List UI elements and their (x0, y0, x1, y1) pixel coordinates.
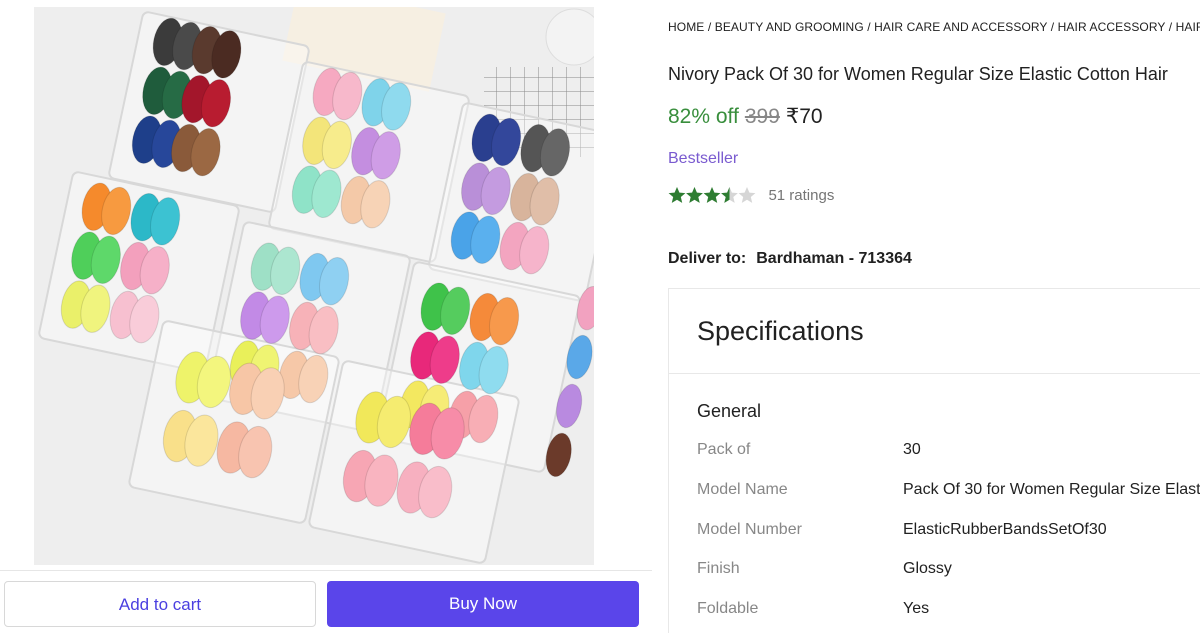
spec-group-general: General (697, 401, 762, 421)
hair-bands-photo (34, 7, 594, 565)
specifications-title: Specifications (669, 289, 1200, 374)
spec-key: Model Name (697, 481, 788, 498)
spec-key: Finish (697, 560, 740, 577)
delivery-location[interactable]: Deliver to: Bardhaman - 713364 (668, 250, 912, 268)
spec-key: Foldable (697, 600, 759, 617)
product-gallery: Add to cart Buy Now (0, 0, 652, 634)
star-icon (738, 187, 756, 203)
product-image[interactable] (34, 7, 594, 565)
add-to-cart-button[interactable]: Add to cart (4, 581, 316, 627)
breadcrumb-item-home[interactable]: HOME (668, 20, 704, 34)
spec-value: Pack Of 30 for Women Regular Size Elasti… (903, 481, 1200, 498)
spec-value: Glossy (903, 560, 952, 577)
star-icon (668, 187, 686, 203)
spec-key: Model Number (697, 521, 802, 538)
breadcrumb-separator: / (1165, 20, 1176, 34)
product-title: Nivory Pack Of 30 for Women Regular Size… (668, 64, 1168, 84)
spec-value: ElasticRubberBandsSetOf30 (903, 521, 1107, 538)
breadcrumb-item-hair-care[interactable]: HAIR CARE AND ACCESSORY (874, 20, 1047, 34)
deliver-to-value: Bardhaman - 713364 (756, 250, 912, 267)
breadcrumb-item-beauty[interactable]: BEAUTY AND GROOMING (715, 20, 864, 34)
star-icon (721, 187, 738, 203)
breadcrumb: HOME / BEAUTY AND GROOMING / HAIR CARE A… (668, 20, 1200, 34)
spec-value: Yes (903, 600, 930, 617)
deliver-to-label: Deliver to: (668, 250, 747, 267)
product-details: HOME / BEAUTY AND GROOMING / HAIR CARE A… (668, 0, 1200, 633)
bestseller-badge: Bestseller (668, 150, 739, 167)
buy-now-button[interactable]: Buy Now (327, 581, 639, 627)
breadcrumb-separator: / (1047, 20, 1058, 34)
price-row: 82% off 399 ₹70 (668, 104, 823, 129)
ratings-count: 51 ratings (768, 186, 835, 204)
rating-row[interactable]: 51 ratings (668, 186, 834, 204)
spec-value: 30 (903, 441, 921, 458)
star-icon (668, 187, 756, 203)
action-bar: Add to cart Buy Now (0, 570, 652, 634)
original-price: 399 (744, 105, 780, 128)
spec-key: Pack of (697, 441, 751, 458)
breadcrumb-item-hair-accessory[interactable]: HAIR ACCESSORY (1058, 20, 1166, 34)
breadcrumb-separator: / (704, 20, 715, 34)
rating-stars (668, 186, 756, 204)
star-icon (703, 187, 721, 203)
star-icon (686, 187, 703, 203)
specifications-panel: Specifications General Pack of 30 Model … (668, 288, 1200, 633)
breadcrumb-item-hair-band[interactable]: HAIR BAN (1176, 20, 1200, 34)
discount-percent: 82% off (668, 105, 739, 128)
breadcrumb-separator: / (863, 20, 875, 34)
final-price: ₹70 (785, 105, 823, 128)
